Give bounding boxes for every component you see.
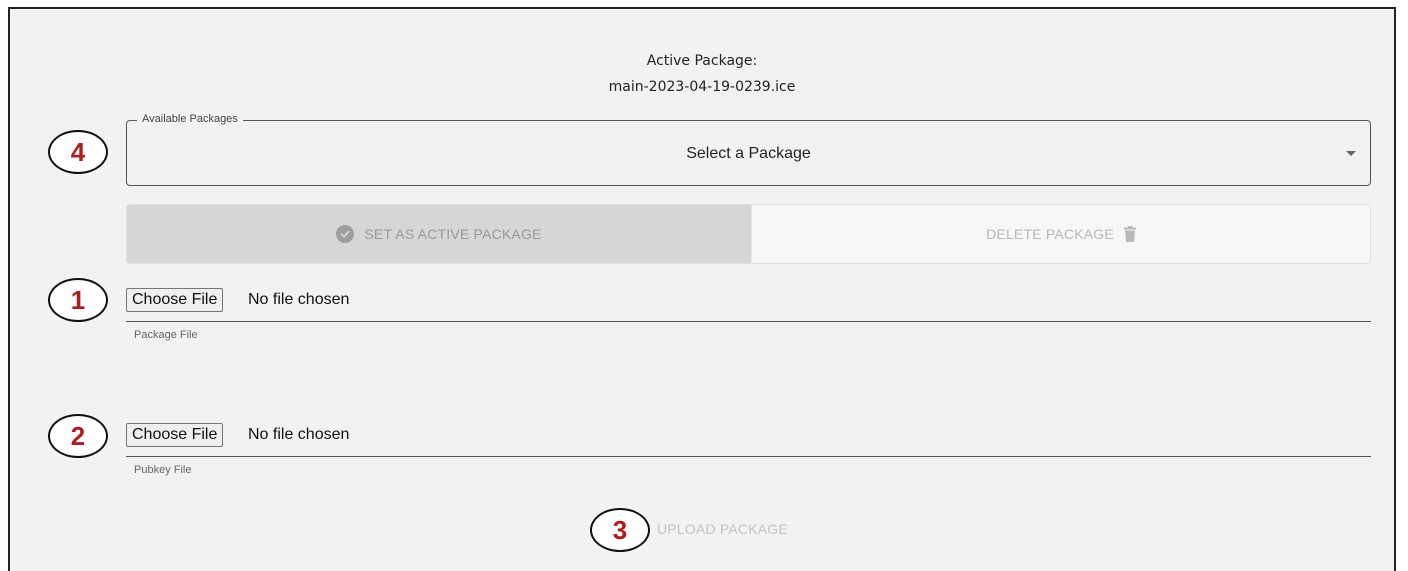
package-file-input: Choose File No file chosen [126, 288, 1371, 322]
active-package-title: Active Package: [646, 53, 758, 69]
available-packages-select[interactable]: Available Packages Select a Package [126, 113, 1371, 186]
set-active-package-button[interactable]: SET AS ACTIVE PACKAGE [127, 205, 751, 263]
delete-package-label: DELETE PACKAGE [986, 226, 1114, 242]
annotation-marker-3: 3 [590, 508, 650, 552]
pubkey-file-choose-button[interactable]: Choose File [126, 423, 224, 447]
package-panel: Active Package: main-2023-04-19-0239.ice… [8, 7, 1396, 571]
annotation-marker-2: 2 [48, 414, 108, 458]
package-file-choose-button[interactable]: Choose File [126, 288, 224, 312]
package-file-caption: Package File [134, 329, 198, 341]
upload-package-button[interactable]: UPLOAD PACKAGE [657, 521, 788, 537]
select-placeholder: Select a Package [686, 145, 811, 162]
set-active-package-label: SET AS ACTIVE PACKAGE [364, 226, 542, 242]
annotation-marker-1: 1 [48, 278, 108, 322]
package-action-buttons: SET AS ACTIVE PACKAGE DELETE PACKAGE [126, 204, 1371, 264]
active-package-value: main-2023-04-19-0239.ice [608, 79, 796, 95]
delete-package-button[interactable]: DELETE PACKAGE [751, 205, 1370, 263]
package-file-status: No file chosen [248, 291, 350, 308]
caret-down-icon [1346, 151, 1356, 156]
pubkey-file-status: No file chosen [248, 426, 350, 443]
pubkey-file-caption: Pubkey File [134, 464, 192, 476]
pubkey-file-input: Choose File No file chosen [126, 423, 1371, 457]
check-circle-icon [336, 225, 355, 243]
annotation-marker-4: 4 [48, 130, 108, 174]
available-packages-legend: Available Packages [137, 113, 243, 125]
trash-icon [1123, 226, 1136, 242]
